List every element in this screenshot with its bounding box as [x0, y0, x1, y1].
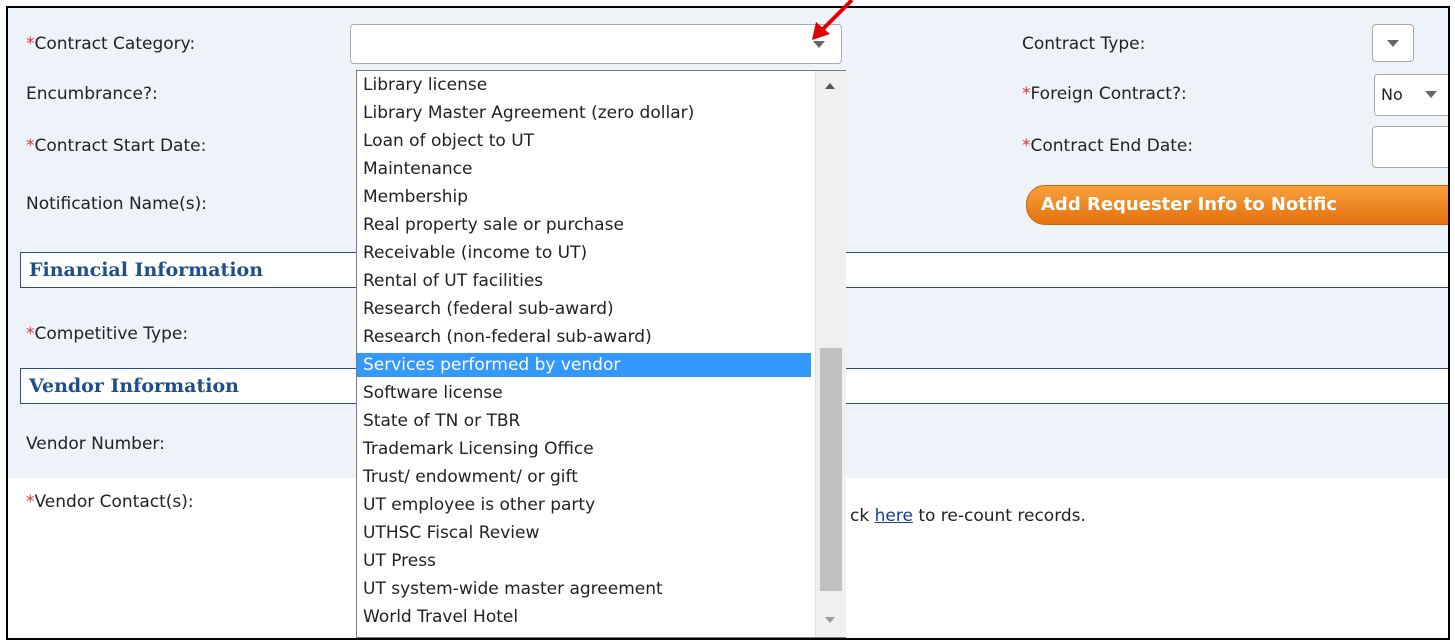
- foreign-contract-label: *Foreign Contract?:: [1022, 84, 1187, 104]
- scrollbar-thumb[interactable]: [820, 348, 842, 591]
- dropdown-option[interactable]: Software license: [357, 381, 811, 405]
- dropdown-option[interactable]: UT Press: [357, 549, 811, 573]
- dropdown-option[interactable]: UT system-wide master agreement: [357, 577, 811, 601]
- dropdown-option[interactable]: Library license: [357, 73, 811, 97]
- dropdown-option[interactable]: Rental of UT facilities: [357, 269, 811, 293]
- financial-section-title: Financial Information: [29, 259, 264, 281]
- dropdown-option[interactable]: Loan of object to UT: [357, 129, 811, 153]
- contract-category-select[interactable]: [350, 24, 842, 64]
- dropdown-option[interactable]: State of TN or TBR: [357, 409, 811, 433]
- scroll-up-icon[interactable]: [825, 83, 835, 89]
- notification-label: Notification Name(s):: [26, 194, 207, 214]
- foreign-contract-select[interactable]: No: [1374, 74, 1448, 116]
- competitive-type-label: *Competitive Type:: [26, 324, 189, 344]
- dropdown-option[interactable]: Services performed by vendor: [357, 353, 811, 377]
- vendor-section-title: Vendor Information: [29, 375, 239, 397]
- contract-category-listbox[interactable]: Library license Library Master Agreement …: [356, 70, 846, 638]
- chevron-down-icon[interactable]: [1425, 91, 1437, 98]
- contract-form: *Contract Category: Contract Type: Encum…: [6, 6, 1450, 640]
- dropdown-option[interactable]: Library Master Agreement (zero dollar): [357, 101, 811, 125]
- dropdown-option[interactable]: Research (non-federal sub-award): [357, 325, 811, 349]
- contract-category-label: *Contract Category:: [26, 34, 196, 54]
- dropdown-option[interactable]: Membership: [357, 185, 811, 209]
- vendor-contacts-label: *Vendor Contact(s):: [26, 492, 194, 512]
- foreign-contract-value: No: [1381, 85, 1403, 104]
- vendor-number-label: Vendor Number:: [26, 434, 165, 454]
- dropdown-option[interactable]: Real property sale or purchase: [357, 213, 811, 237]
- dropdown-option[interactable]: UTHSC Fiscal Review: [357, 521, 811, 545]
- end-date-label: *Contract End Date:: [1022, 136, 1194, 156]
- contract-type-select[interactable]: [1372, 24, 1414, 62]
- start-date-label: *Contract Start Date:: [26, 136, 207, 156]
- add-requester-button[interactable]: Add Requester Info to Notific: [1026, 185, 1448, 225]
- listbox-scrollbar[interactable]: [815, 71, 846, 637]
- add-requester-button-label: Add Requester Info to Notific: [1041, 194, 1338, 215]
- dropdown-option[interactable]: Maintenance: [357, 157, 811, 181]
- dropdown-option[interactable]: World Travel Hotel: [357, 605, 811, 629]
- dropdown-option[interactable]: Receivable (income to UT): [357, 241, 811, 265]
- dropdown-option[interactable]: UT employee is other party: [357, 493, 811, 517]
- dropdown-option[interactable]: Trust/ endowment/ or gift: [357, 465, 811, 489]
- recount-link[interactable]: here: [875, 506, 913, 526]
- chevron-down-icon[interactable]: [1387, 40, 1399, 47]
- encumbrance-label: Encumbrance?:: [26, 84, 158, 104]
- end-date-input[interactable]: [1372, 126, 1448, 168]
- dropdown-option[interactable]: Trademark Licensing Office: [357, 437, 811, 461]
- recount-text: ck here to re-count records.: [850, 506, 1086, 526]
- contract-type-label: Contract Type:: [1022, 34, 1146, 54]
- dropdown-option[interactable]: Research (federal sub-award): [357, 297, 811, 321]
- red-arrow-icon: [812, 0, 854, 40]
- scroll-down-icon[interactable]: [825, 617, 835, 623]
